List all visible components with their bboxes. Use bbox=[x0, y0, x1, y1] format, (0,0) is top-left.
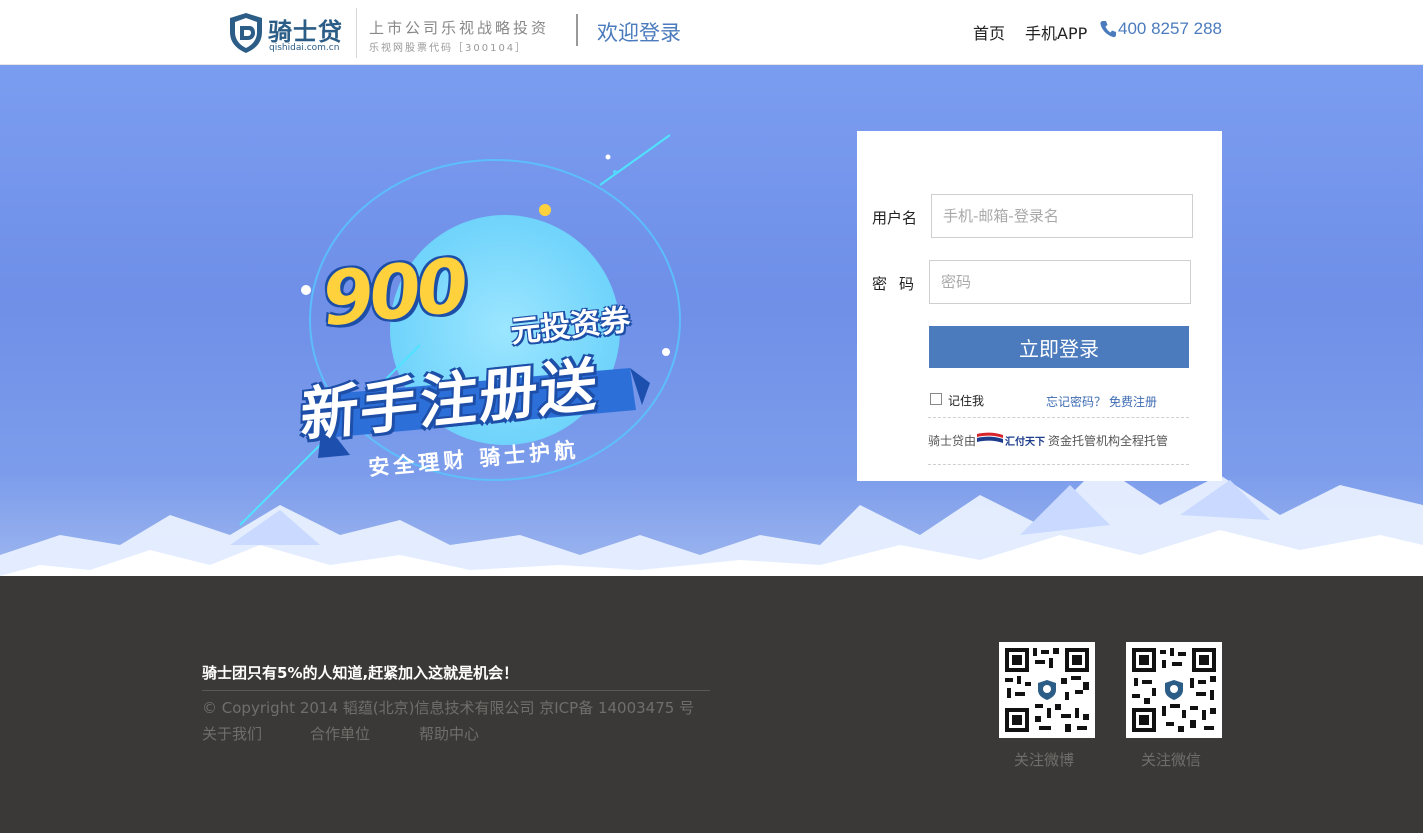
page-title: 欢迎登录 bbox=[597, 21, 681, 45]
custody-prefix: 骑士贷由 bbox=[928, 434, 977, 448]
site-logo[interactable]: 骑士贷 qishidai.com.cn bbox=[228, 12, 358, 56]
custody-brand: 汇付天下 bbox=[1005, 437, 1045, 448]
logo-divider bbox=[356, 8, 357, 58]
forgot-password-link[interactable]: 忘记密码？ bbox=[1046, 393, 1106, 410]
huifu-logo-icon bbox=[977, 432, 1003, 443]
login-button[interactable]: 立即登录 bbox=[929, 326, 1189, 368]
username-label: 用户名 bbox=[872, 209, 918, 227]
logo-domain: qishidai.com.cn bbox=[269, 43, 340, 53]
qr-code-wechat bbox=[1126, 642, 1222, 738]
footer-tagline: 骑士团只有5%的人知道,赶紧加入这就是机会！ bbox=[202, 664, 519, 682]
remember-checkbox[interactable] bbox=[930, 393, 942, 405]
divider bbox=[928, 464, 1189, 465]
footer-link-partners[interactable]: 合作单位 bbox=[310, 723, 370, 744]
footer-link-help[interactable]: 帮助中心 bbox=[419, 723, 479, 744]
slogan-line-1: 上市公司乐视战略投资 bbox=[369, 19, 550, 37]
qr-code-weibo bbox=[999, 642, 1095, 738]
header-divider bbox=[576, 14, 578, 46]
promo-amount: 900 bbox=[317, 242, 469, 344]
shield-logo-icon bbox=[230, 13, 262, 53]
qr-wechat-label: 关注微信 bbox=[1141, 751, 1202, 769]
slogan-line-2: 乐视网股票代码［300104］ bbox=[369, 43, 528, 54]
register-link[interactable]: 免费注册 bbox=[1109, 393, 1157, 410]
logo-name: 骑士贷 bbox=[268, 18, 343, 46]
nav-app-link[interactable]: 手机APP bbox=[1025, 20, 1087, 44]
phone-number: 400 8257 288 bbox=[1118, 19, 1222, 38]
password-input[interactable] bbox=[929, 260, 1191, 304]
nav-home-link[interactable]: 首页 bbox=[973, 20, 1005, 44]
qr-weibo-label: 关注微博 bbox=[1014, 751, 1075, 769]
footer-link-about[interactable]: 关于我们 bbox=[202, 723, 262, 744]
password-label: 密码 bbox=[872, 275, 927, 293]
divider bbox=[928, 417, 1189, 418]
site-header: 骑士贷 qishidai.com.cn 上市公司乐视战略投资 乐视网股票代码［3… bbox=[0, 0, 1423, 65]
footer-divider bbox=[202, 690, 710, 691]
custody-suffix: 资金托管机构全程托管 bbox=[1048, 434, 1169, 448]
login-card bbox=[857, 131, 1222, 481]
footer-copyright: © Copyright 2014 韬蕴(北京)信息技术有限公司 京ICP备 14… bbox=[202, 699, 695, 717]
username-input[interactable] bbox=[931, 194, 1193, 238]
phone-icon bbox=[1100, 21, 1116, 38]
remember-label[interactable]: 记住我 bbox=[948, 392, 984, 409]
